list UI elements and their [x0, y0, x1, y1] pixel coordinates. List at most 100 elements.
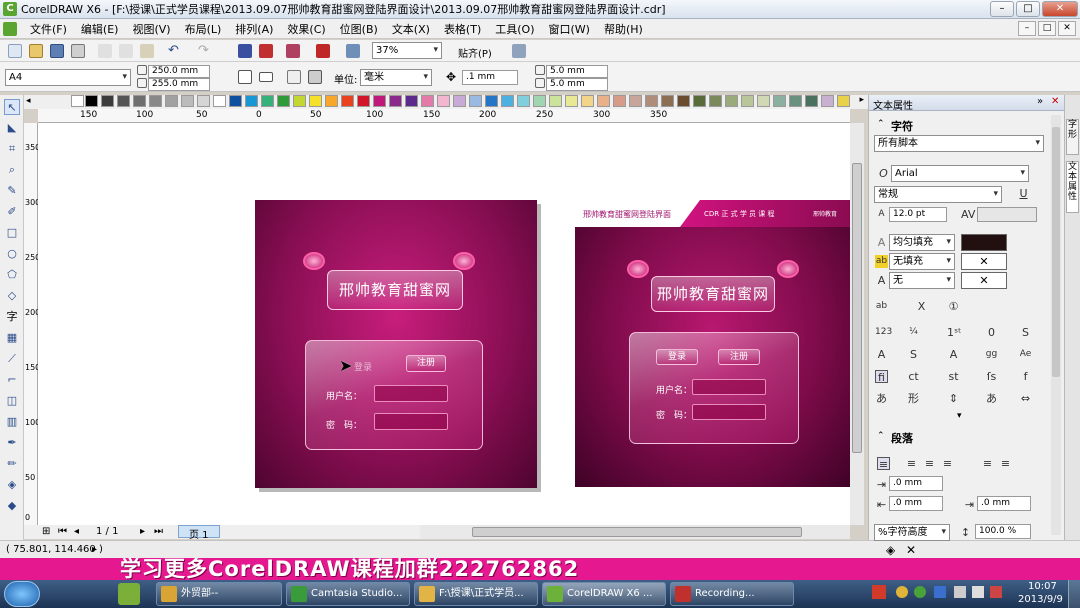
maximize-button[interactable]: □	[1016, 1, 1040, 17]
font-select[interactable]: Arial	[891, 165, 1029, 182]
case-icon[interactable]: ab	[875, 300, 888, 313]
doc-minimize-button[interactable]: –	[1018, 21, 1036, 36]
menu-layout[interactable]: 布局(L)	[178, 21, 229, 37]
login-tab[interactable]: 登录	[656, 349, 698, 365]
color-swatch[interactable]	[709, 95, 722, 107]
menu-text[interactable]: 文本(X)	[385, 21, 437, 37]
freehand-tool-icon[interactable]: ✎	[4, 183, 20, 199]
page-size-select[interactable]: A4	[5, 69, 131, 86]
line-spacing-units-select[interactable]: %字符高度	[874, 524, 950, 541]
password-field[interactable]	[692, 404, 766, 420]
slashed-zero-icon[interactable]: 0	[985, 326, 998, 339]
traditional-form-icon[interactable]: 形	[907, 392, 920, 405]
zoom-select[interactable]: 37%	[372, 42, 442, 59]
cut-icon[interactable]	[98, 44, 112, 58]
outline-select[interactable]: 无	[889, 272, 955, 289]
taskbar-item-coreldraw[interactable]: CorelDRAW X6 ...	[542, 582, 666, 606]
outline-indicator-icon[interactable]: ✕	[906, 543, 916, 557]
tray-app-icon[interactable]	[990, 586, 1002, 598]
line-spacing-field[interactable]: 100.0 %	[975, 524, 1031, 539]
background-fill-select[interactable]: 无填充	[889, 253, 955, 270]
close-button[interactable]: ✕	[1042, 1, 1078, 17]
palette-expand-icon[interactable]: ▸	[859, 95, 864, 105]
open-icon[interactable]	[29, 44, 43, 58]
polygon-tool-icon[interactable]: ⬠	[4, 267, 20, 283]
stylistic-alt-icon[interactable]: A	[875, 348, 888, 361]
no-color-swatch[interactable]	[71, 95, 84, 107]
duplicate-x-field[interactable]: 5.0 mm	[546, 65, 608, 78]
vertical-scrollbar[interactable]	[850, 123, 864, 525]
application-launcher-icon[interactable]	[316, 44, 330, 58]
tray-app-icon[interactable]	[896, 586, 908, 598]
contextual-alt-icon[interactable]: A	[947, 348, 960, 361]
font-style-select[interactable]: 常规	[874, 186, 1002, 203]
doc-close-button[interactable]: ✕	[1058, 21, 1076, 36]
page-tab[interactable]: 页 1	[178, 525, 220, 541]
color-swatch[interactable]	[661, 95, 674, 107]
color-swatch[interactable]	[181, 95, 194, 107]
panel-expand-icon[interactable]: »	[1037, 96, 1043, 107]
color-swatch[interactable]	[373, 95, 386, 107]
color-swatch[interactable]	[341, 95, 354, 107]
color-swatch[interactable]	[101, 95, 114, 107]
tray-app-icon[interactable]	[934, 586, 946, 598]
fractions-icon[interactable]: ¼	[907, 326, 920, 339]
panel-scrollbar[interactable]	[1051, 115, 1061, 535]
menu-view[interactable]: 视图(V)	[125, 21, 177, 37]
doc-restore-button[interactable]: □	[1038, 21, 1056, 36]
palette-scroll-left-icon[interactable]: ◂	[26, 96, 31, 106]
redo-icon[interactable]: ↷	[198, 44, 212, 58]
color-swatch[interactable]	[613, 95, 626, 107]
color-swatch[interactable]	[149, 95, 162, 107]
print-icon[interactable]	[71, 44, 85, 58]
paste-icon[interactable]	[140, 44, 154, 58]
historical-ligatures-icon[interactable]: st	[947, 370, 960, 383]
register-tab[interactable]: 注册	[406, 355, 446, 372]
final-form-icon[interactable]: f	[1019, 370, 1032, 383]
menu-table[interactable]: 表格(T)	[437, 21, 488, 37]
fill-type-select[interactable]: 均匀填充	[889, 234, 955, 251]
color-swatch[interactable]	[629, 95, 642, 107]
color-swatch[interactable]	[789, 95, 802, 107]
color-swatch[interactable]	[277, 95, 290, 107]
color-swatch[interactable]	[837, 95, 850, 107]
color-swatch[interactable]	[581, 95, 594, 107]
standard-ligatures-icon[interactable]: fi	[875, 370, 888, 384]
color-swatch[interactable]	[245, 95, 258, 107]
menu-window[interactable]: 窗口(W)	[542, 21, 597, 37]
portrait-icon[interactable]	[238, 70, 252, 84]
color-swatch[interactable]	[213, 95, 226, 107]
crop-tool-icon[interactable]: ⌗	[4, 141, 20, 157]
first-line-indent-field[interactable]: .0 mm	[889, 476, 943, 491]
add-page-icon[interactable]: ⊞	[42, 526, 50, 537]
color-swatch[interactable]	[597, 95, 610, 107]
align-none-icon[interactable]: ≡	[877, 457, 890, 471]
outline-tool-icon[interactable]: ✏	[4, 456, 20, 472]
menu-tools[interactable]: 工具(O)	[488, 21, 541, 37]
duplicate-y-field[interactable]: 5.0 mm	[546, 78, 608, 91]
collapse-char-icon[interactable]: ⌃	[877, 119, 885, 129]
color-swatch[interactable]	[261, 95, 274, 107]
interactive-fill-tool-icon[interactable]: ◆	[4, 498, 20, 514]
titling-icon[interactable]: Ae	[1019, 348, 1032, 361]
font-size-field[interactable]: 12.0 pt	[889, 207, 947, 222]
underline-icon[interactable]: U	[1017, 187, 1030, 200]
kana-icon[interactable]: あ	[875, 392, 888, 405]
swash-s-icon[interactable]: S	[907, 348, 920, 361]
username-field[interactable]	[692, 379, 766, 395]
drawing-canvas[interactable]: 邢帅教育甜蜜网 登录 注册 用户名： 密 码： ➤ 邢帅教育甜蜜网登陆界面 CD…	[38, 123, 851, 525]
proportional-icon[interactable]: ⇔	[1019, 392, 1032, 405]
collapse-para-icon[interactable]: ⌃	[877, 431, 885, 441]
tray-app-icon[interactable]	[872, 585, 886, 599]
last-page-icon[interactable]: ⏭	[154, 526, 163, 537]
color-swatch[interactable]	[725, 95, 738, 107]
options-icon[interactable]	[512, 44, 526, 58]
glyphs-docker-tab[interactable]: 字形	[1066, 119, 1079, 155]
menu-effects[interactable]: 效果(C)	[280, 21, 332, 37]
new-icon[interactable]	[8, 44, 22, 58]
color-swatch[interactable]	[437, 95, 450, 107]
menu-edit[interactable]: 编辑(E)	[74, 21, 126, 37]
ellipse-tool-icon[interactable]: ○	[4, 246, 20, 262]
align-left-icon[interactable]: ≡	[905, 457, 918, 470]
menu-help[interactable]: 帮助(H)	[597, 21, 650, 37]
